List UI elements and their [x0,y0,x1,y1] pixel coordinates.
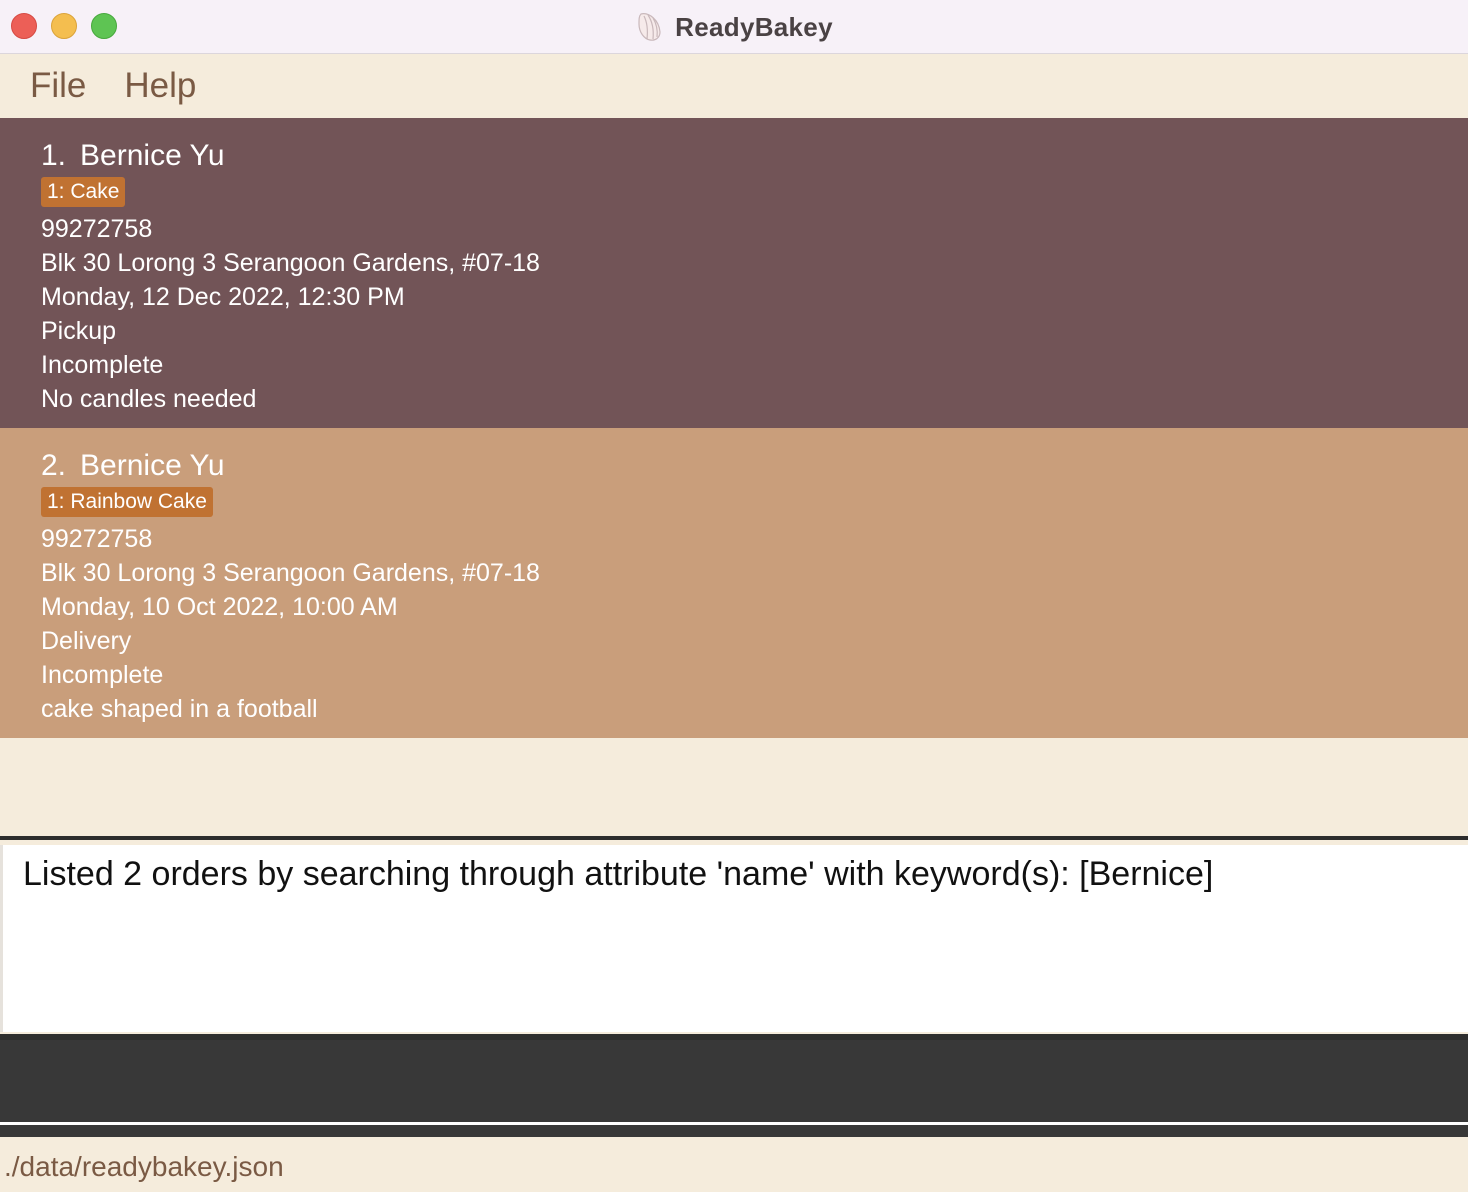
order-delivery-method: Delivery [41,627,132,655]
order-delivery-method: Pickup [41,317,117,345]
order-remark: No candles needed [41,385,257,413]
menu-help[interactable]: Help [124,66,196,106]
order-card-1[interactable]: 1. Bernice Yu 1: Cake 99272758 Blk 30 Lo… [0,118,1468,428]
order-status: Incomplete [41,351,164,379]
order-header: 2. Bernice Yu [41,448,1468,484]
window-title-group: ReadyBakey [0,0,1468,54]
order-index: 1. [41,139,67,172]
order-datetime: Monday, 10 Oct 2022, 10:00 AM [41,593,398,621]
order-phone: 99272758 [41,525,153,553]
order-name: Bernice Yu [80,449,225,482]
app-window: ReadyBakey File Help 1. Bernice Yu 1: Ca… [0,0,1468,1192]
divider [0,836,1468,840]
window-title: ReadyBakey [675,11,833,42]
order-card-2[interactable]: 2. Bernice Yu 1: Rainbow Cake 99272758 B… [0,428,1468,738]
order-remark: cake shaped in a football [41,695,318,723]
divider [0,1125,1468,1137]
croissant-icon [638,13,661,41]
command-box [0,1034,1468,1122]
order-status: Incomplete [41,661,164,689]
menu-bar: File Help [0,54,1468,118]
order-phone: 99272758 [41,215,153,243]
result-display[interactable]: Listed 2 orders by searching through att… [0,845,1468,1032]
order-header: 1. Bernice Yu [41,138,1468,174]
status-bar: ./data/readybakey.json [0,1137,1468,1192]
command-input[interactable] [0,1040,1468,1122]
menu-file[interactable]: File [30,66,86,106]
order-address: Blk 30 Lorong 3 Serangoon Gardens, #07-1… [41,249,540,277]
order-name: Bernice Yu [80,139,225,172]
order-datetime: Monday, 12 Dec 2022, 12:30 PM [41,283,405,311]
order-list[interactable]: 1. Bernice Yu 1: Cake 99272758 Blk 30 Lo… [0,118,1468,838]
order-item-tag: 1: Cake [41,177,126,207]
save-file-path: ./data/readybakey.json [4,1151,284,1182]
order-address: Blk 30 Lorong 3 Serangoon Gardens, #07-1… [41,559,540,587]
order-index: 2. [41,449,67,482]
order-item-tag: 1: Rainbow Cake [41,487,213,517]
title-bar: ReadyBakey [0,0,1468,54]
result-message: Listed 2 orders by searching through att… [23,855,1214,893]
